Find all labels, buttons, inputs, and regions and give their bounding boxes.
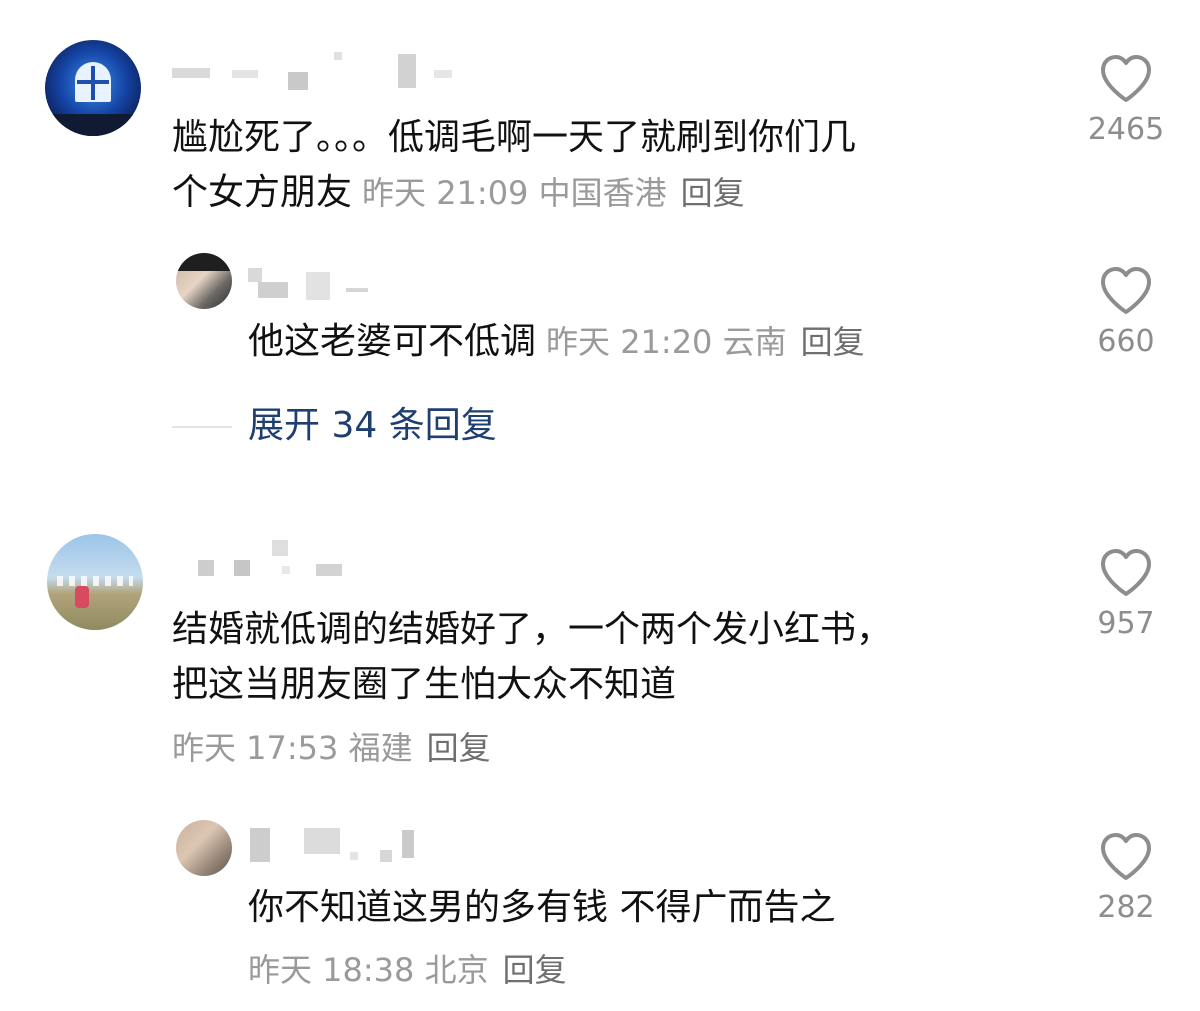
comment-meta: 昨天 17:53 福建 [172,729,413,767]
comment-text-line1: 尴尬死了。。。低调毛啊一天了就刷到你们几 [172,117,857,158]
reply-meta: 昨天 18:38 北京 [248,951,489,989]
username-obscured[interactable] [172,52,462,92]
like-button[interactable]: 660 [1066,266,1186,360]
like-button[interactable]: 282 [1066,832,1186,926]
comment-body: 结婚就低调的结婚好了，一个两个发小红书， 把这当朋友圈了生怕大众不知道 [172,602,1052,712]
like-count: 2465 [1087,112,1165,147]
comment-meta: 昨天 21:09 中国香港 [362,174,667,212]
avatar[interactable] [176,253,232,309]
avatar-image [75,62,111,102]
comment-meta-row: 昨天 17:53 福建 回复 [172,726,491,771]
like-count: 282 [1097,890,1155,925]
comment-body: 尴尬死了。。。低调毛啊一天了就刷到你们几 个女方朋友 昨天 21:09 中国香港回… [172,110,1052,221]
heart-outline-icon [1101,267,1151,314]
reply-meta-row: 昨天 18:38 北京 回复 [248,948,567,993]
comment-thread: 尴尬死了。。。低调毛啊一天了就刷到你们几 个女方朋友 昨天 21:09 中国香港回… [0,0,1200,1011]
reply-button[interactable]: 回复 [801,323,865,361]
heart-outline-icon [1101,549,1151,596]
like-count: 957 [1097,606,1155,641]
reply-body: 你不知道这男的多有钱 不得广而告之 [248,880,1048,935]
reply-button[interactable]: 回复 [681,174,745,212]
reply-button[interactable]: 回复 [503,951,567,989]
avatar[interactable] [45,40,141,136]
like-button[interactable]: 2465 [1066,54,1186,148]
avatar[interactable] [176,820,232,876]
like-count: 660 [1097,324,1155,359]
like-button[interactable]: 957 [1066,548,1186,642]
comment-text-line1: 结婚就低调的结婚好了，一个两个发小红书， [172,609,893,650]
expand-replies-button[interactable]: 展开 34 条回复 [248,402,497,450]
comment-text-line2: 个女方朋友 [172,172,353,213]
reply-body: 他这老婆可不低调 昨天 21:20 云南 回复 [248,314,1048,370]
avatar[interactable] [47,534,143,630]
reply-text: 你不知道这男的多有钱 不得广而告之 [248,887,836,928]
heart-outline-icon [1101,55,1151,102]
reply-button[interactable]: 回复 [427,729,491,767]
username-obscured[interactable] [248,262,378,302]
expand-divider [172,426,232,428]
username-obscured[interactable] [250,826,420,866]
comment-text-line2: 把这当朋友圈了生怕大众不知道 [172,664,677,705]
reply-text: 他这老婆可不低调 [248,321,537,362]
reply-meta: 昨天 21:20 云南 [546,323,787,361]
heart-outline-icon [1101,833,1151,880]
username-obscured[interactable] [198,540,348,580]
